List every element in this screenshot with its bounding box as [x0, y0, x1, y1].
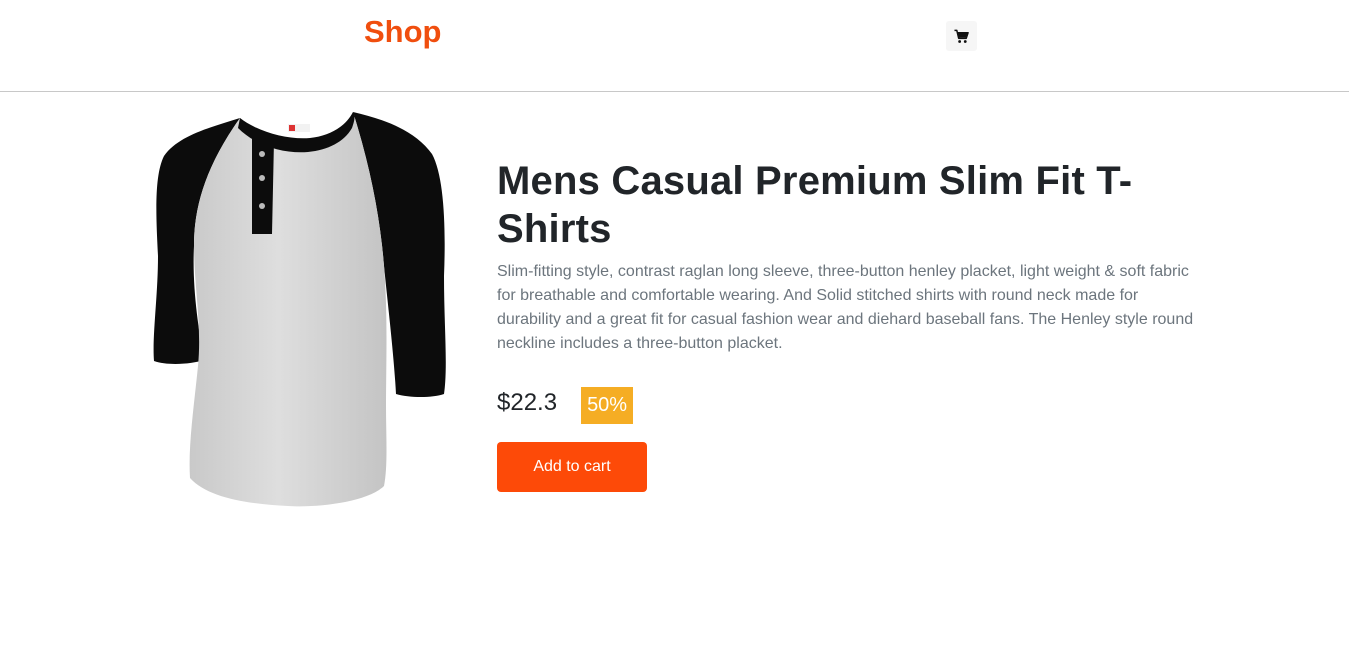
product-title: Mens Casual Premium Slim Fit T-Shirts — [497, 159, 1133, 251]
product-info: Mens Casual Premium Slim Fit T-Shirts Sl… — [497, 157, 1197, 492]
add-to-cart-button[interactable]: Add to cart — [497, 442, 647, 492]
brand-link[interactable]: Shop — [364, 13, 442, 51]
product-price: $22.3 — [497, 389, 558, 416]
product-shirt-image — [153, 112, 446, 507]
cart-button[interactable] — [946, 21, 977, 51]
discount-badge: 50% — [581, 387, 634, 424]
price-row: $22.3 50% — [497, 387, 1197, 427]
shopping-cart-icon — [954, 29, 969, 44]
product-image — [148, 106, 450, 510]
navbar: Shop — [0, 0, 1349, 92]
product-description: Slim-fitting style, contrast raglan long… — [497, 263, 1194, 352]
